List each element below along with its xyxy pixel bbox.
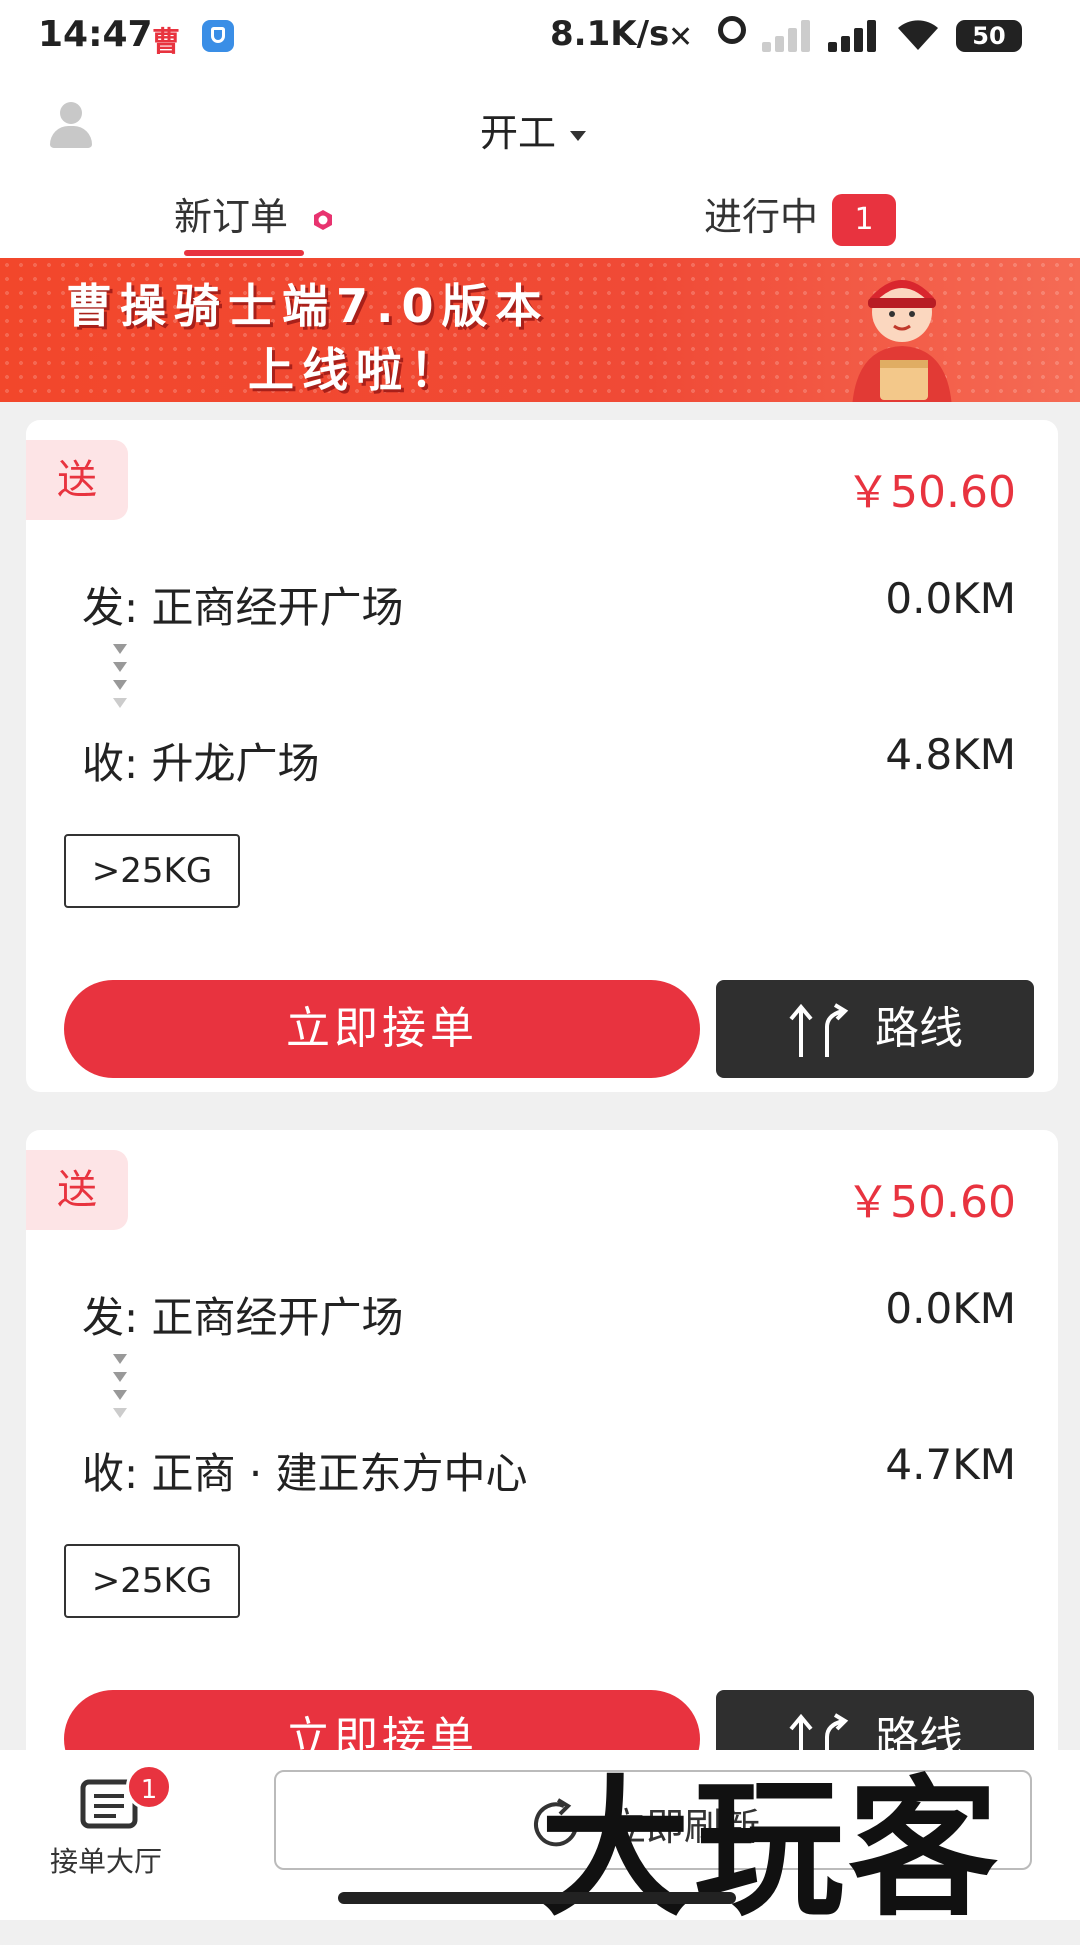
dropoff-address: 收: 正商 · 建正东方中心 xyxy=(82,1449,528,1498)
order-card: 送 ￥50.60 发: 正商经开广场 0.0KM 收: 升龙广场 4.8KM >… xyxy=(26,420,1058,1092)
order-hall-badge: 1 xyxy=(126,1764,172,1810)
active-tab-indicator xyxy=(184,250,304,256)
weight-tag: >25KG xyxy=(64,1544,240,1618)
accept-order-button[interactable]: 立即接单 xyxy=(64,980,700,1078)
alarm-icon xyxy=(718,16,746,44)
caret-down-icon xyxy=(570,130,587,141)
mute-icon: ✕ xyxy=(668,20,694,55)
watermark-text: 大玩客 xyxy=(540,1761,1003,1937)
header: 开工 新订单 进行中 1 xyxy=(0,72,1080,258)
work-status-dropdown[interactable]: 开工 xyxy=(480,102,587,157)
battery-icon: 50 xyxy=(956,20,1022,52)
dropoff-distance: 4.8KM xyxy=(885,730,1016,779)
tab-new-orders-label: 新订单 xyxy=(174,195,289,239)
order-card: 送 ￥50.60 发: 正商经开广场 0.0KM 收: 正商 · 建正东方中心 … xyxy=(26,1130,1058,1802)
tab-in-progress-label: 进行中 xyxy=(704,195,819,239)
dropoff-address: 收: 升龙广场 xyxy=(82,739,320,788)
pickup-address: 发: 正商经开广场 xyxy=(82,1293,404,1342)
tab-in-progress[interactable]: 进行中 1 xyxy=(704,186,897,246)
pickup-distance: 0.0KM xyxy=(885,574,1016,623)
order-type-tag: 送 xyxy=(26,1150,128,1230)
banner-line-1: 曹操骑士端7.0版本 xyxy=(66,279,550,333)
shield-app-icon xyxy=(202,20,234,52)
hexagon-dot-icon xyxy=(314,209,333,230)
promo-banner[interactable]: 曹操骑士端7.0版本 上线啦！ xyxy=(0,258,1080,402)
status-bar: 14:47 曹 8.1K/s ✕ 50 xyxy=(0,0,1080,72)
work-status-label: 开工 xyxy=(480,111,557,155)
user-avatar-icon[interactable] xyxy=(50,102,92,148)
banner-line-2: 上线啦！ xyxy=(248,343,464,397)
order-hall-label: 接单大厅 xyxy=(50,1845,163,1878)
route-arrows-icon xyxy=(789,1003,849,1057)
weight-tag: >25KG xyxy=(64,834,240,908)
signal-icon-2 xyxy=(828,18,882,52)
route-direction-arrows xyxy=(110,644,130,716)
in-progress-badge: 1 xyxy=(832,193,897,246)
app-notification-icon: 曹 xyxy=(152,25,181,58)
wifi-icon xyxy=(898,20,938,50)
order-type-tag: 送 xyxy=(26,440,128,520)
pickup-distance: 0.0KM xyxy=(885,1284,1016,1333)
route-direction-arrows xyxy=(110,1354,130,1426)
courier-mascot-icon xyxy=(852,280,952,402)
status-time: 14:47 xyxy=(38,14,153,55)
tab-new-orders[interactable]: 新订单 xyxy=(174,186,334,241)
pickup-address: 发: 正商经开广场 xyxy=(82,583,404,632)
home-indicator[interactable] xyxy=(338,1892,736,1904)
order-price: ￥50.60 xyxy=(846,467,1016,518)
route-button[interactable]: 路线 xyxy=(716,980,1034,1078)
network-speed: 8.1K/s xyxy=(550,14,670,54)
dropoff-distance: 4.7KM xyxy=(885,1440,1016,1489)
route-button-label: 路线 xyxy=(875,1003,963,1054)
signal-icon-1 xyxy=(762,18,816,52)
order-price: ￥50.60 xyxy=(846,1177,1016,1228)
